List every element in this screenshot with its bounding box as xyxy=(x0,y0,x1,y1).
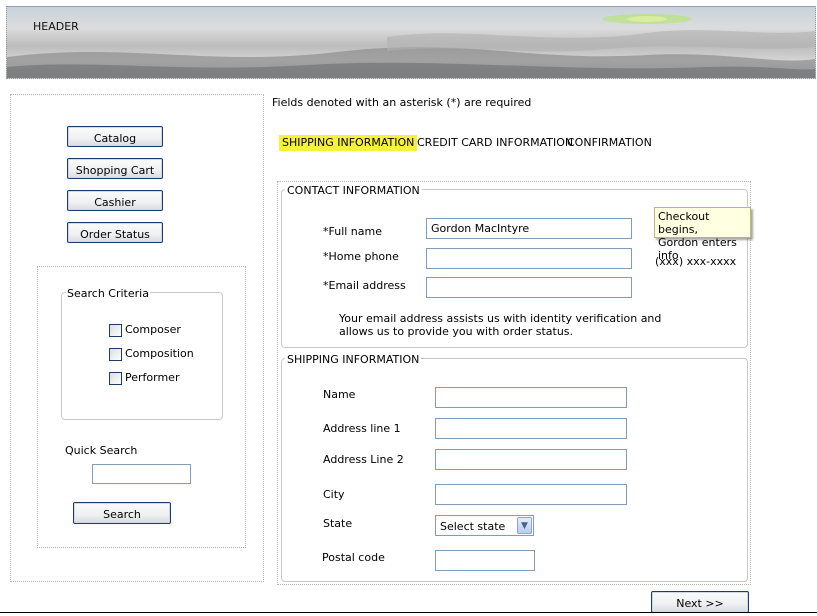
header-label: HEADER xyxy=(33,20,79,33)
chevron-down-icon[interactable]: ▼ xyxy=(517,517,532,534)
state-label: State xyxy=(323,517,353,530)
email-address-input[interactable] xyxy=(426,277,632,298)
city-input[interactable] xyxy=(435,484,627,505)
postal-code-input[interactable] xyxy=(435,550,535,571)
email-address-label: *Email address xyxy=(323,279,406,292)
quick-search-label: Quick Search xyxy=(65,444,138,457)
header-background-image xyxy=(7,14,815,78)
full-name-input[interactable] xyxy=(426,218,632,239)
address-line-2-input[interactable] xyxy=(435,449,627,470)
shipping-name-input[interactable] xyxy=(435,387,627,408)
required-fields-note: Fields denoted with an asterisk (*) are … xyxy=(272,96,532,109)
home-phone-input[interactable] xyxy=(426,248,632,269)
quick-search-input[interactable] xyxy=(92,464,191,484)
state-select-value: Select state xyxy=(440,520,506,533)
contact-information-legend: CONTACT INFORMATION xyxy=(285,184,422,197)
composer-checkbox-label: Composer xyxy=(125,323,181,336)
bottom-divider xyxy=(0,612,817,613)
next-button[interactable]: Next >> xyxy=(651,591,749,613)
postal-code-label: Postal code xyxy=(322,551,385,564)
annotation-tooltip: Checkout begins, Gordon enters info xyxy=(654,207,751,262)
performer-checkbox-label: Performer xyxy=(125,371,180,384)
composition-checkbox-label: Composition xyxy=(125,347,194,360)
cashier-button[interactable]: Cashier xyxy=(67,190,163,211)
composition-checkbox[interactable] xyxy=(109,348,122,361)
step-confirmation: CONFIRMATION xyxy=(567,136,652,149)
order-status-button[interactable]: Order Status xyxy=(67,222,163,243)
tooltip-line-1: Checkout begins, xyxy=(658,210,710,236)
shipping-name-label: Name xyxy=(323,388,356,401)
step-shipping-information: SHIPPING INFORMATION xyxy=(279,135,418,151)
header-banner: HEADER xyxy=(6,6,816,79)
search-button[interactable]: Search xyxy=(73,502,171,524)
performer-checkbox[interactable] xyxy=(109,372,122,385)
shopping-cart-button[interactable]: Shopping Cart xyxy=(67,158,163,179)
address-line-1-label: Address line 1 xyxy=(323,422,401,435)
tooltip-line-2: Gordon enters info xyxy=(658,236,737,262)
step-credit-card-information: CREDIT CARD INFORMATION xyxy=(417,136,574,149)
catalog-button[interactable]: Catalog xyxy=(67,126,163,147)
state-select[interactable]: Select state ▼ xyxy=(435,515,534,536)
address-line-2-label: Address Line 2 xyxy=(323,453,404,466)
shipping-information-legend: SHIPPING INFORMATION xyxy=(285,353,422,366)
home-phone-label: *Home phone xyxy=(323,250,399,263)
email-usage-note: Your email address assists us with ident… xyxy=(339,312,662,338)
search-criteria-title: Search Criteria xyxy=(66,287,150,300)
full-name-label: *Full name xyxy=(323,225,383,238)
address-line-1-input[interactable] xyxy=(435,418,627,439)
city-label: City xyxy=(323,488,345,501)
composer-checkbox[interactable] xyxy=(109,324,122,337)
